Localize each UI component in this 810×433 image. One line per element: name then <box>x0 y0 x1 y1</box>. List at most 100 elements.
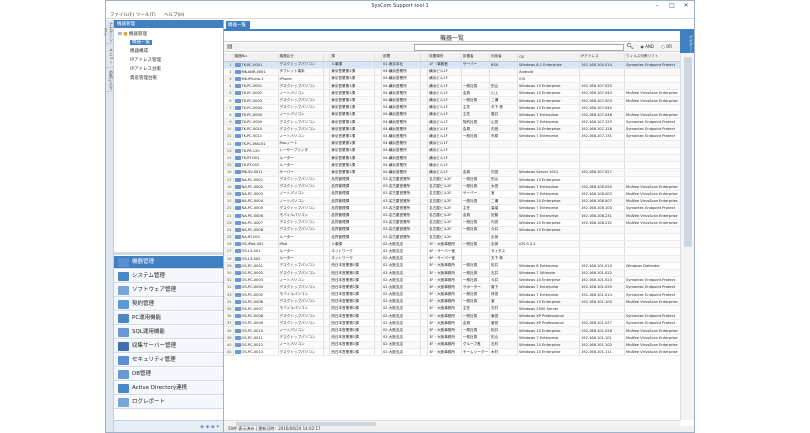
table-row[interactable]: 17 NA-PC-0001 デスクトップパソコン 品質管理課 03.名古屋営業所 名古屋ビ… <box>224 176 680 184</box>
table-row[interactable]: 34 OS-PC-0006 デスクトップパソコン 西日本営業第1課 02.大阪支店 3F・… <box>224 298 680 306</box>
nav-system-management[interactable]: システム管理 <box>114 270 223 283</box>
table-row[interactable]: 21 NA-PC-0005 デスクトップパソコン 品質管理課 03.名古屋営業所 名古屋ビ… <box>224 204 680 213</box>
column-header[interactable]: 設置場所 <box>427 53 462 62</box>
table-row[interactable]: 20 NA-PC-0004 ノートパソコン 品質管理課 03.名古屋営業所 名古屋ビル2F… <box>224 197 680 206</box>
table-cell: 横浜ビル1F <box>427 161 462 170</box>
menu-help[interactable]: ヘルプ(H) <box>164 12 184 18</box>
and-radio[interactable]: ◉ AND <box>640 44 654 49</box>
table-row[interactable]: 30 OS-PC-0002 デスクトップパソコン 西日本営業第1課 02.大阪支店 3F・… <box>224 269 680 278</box>
table-row[interactable]: 36 OS-PC-0008 デスクトップパソコン 西日本営業第1課 02.大阪支店 3F・… <box>224 312 680 321</box>
column-header[interactable] <box>224 53 234 62</box>
nav-security-management[interactable]: セキュリティ管理 <box>114 354 223 367</box>
table-row[interactable]: 7 TK-PC-0004 デスクトップパソコン 東京営業第1課 04.横浜営業所 横浜ビル… <box>224 104 680 112</box>
table-row[interactable]: 26 OS-iPad-001 iPad 人事課 02.大阪支店 3F・大阪事務所 一般社員出… <box>224 240 680 249</box>
table-row[interactable]: 10 TK-PC-0010 デスクトップパソコン 東京営業第1課 04.横浜営業所 横浜ビ… <box>224 125 680 134</box>
table-row[interactable]: 22 NA-PC-0006 モバイルパソコン 品質管理課 03.名古屋営業所 名古屋ビル2… <box>224 211 680 220</box>
tree-item-asset-ledger[interactable]: 資産管理台帳 <box>130 75 157 81</box>
or-radio[interactable]: ○ OR <box>661 44 672 49</box>
table-row[interactable]: 28 OS-L3-002 ルーター ネットワーク 02.大阪支店 4F・サーバー室 天下 稔 <box>224 255 680 263</box>
table-cell <box>323 168 331 177</box>
column-header[interactable]: ウィルス対策ソフト <box>624 53 680 62</box>
search-icon[interactable]: 🔍︎ <box>626 43 634 50</box>
vertical-scrollbar[interactable] <box>680 53 694 420</box>
table-row[interactable]: 37 OS-PC-0009 デスクトップパソコン 西日本営業第1課 02.大阪支店 3F・… <box>224 319 680 328</box>
table-row[interactable]: 39 OS-PC-0011 デスクトップパソコン 西日本営業第1課 02.大阪支店 3F・… <box>224 334 680 342</box>
search-input[interactable] <box>414 44 624 51</box>
table-row[interactable]: 35 OS-PC-0007 モバイルパソコン 西日本営業第1課 02.大阪支店 3F・大阪… <box>224 305 680 314</box>
table-row[interactable]: 3 MK-iPhone-1 iPhone 東京営業第1課 04.横浜営業所 横浜ビル1F i… <box>224 75 680 84</box>
table-row[interactable]: 15 TK-RT-002 ルーター 東京営業第1課 04.横浜営業所 横浜ビル1F <box>224 161 680 170</box>
table-row[interactable]: 40 OS-PC-0012 ノートパソコン 西日本営業第1課 02.大阪支店 3F・大阪事… <box>224 341 680 350</box>
tree-item-ip-management[interactable]: IPアドレス管理 <box>130 57 161 63</box>
table-row[interactable]: 25 NA-RT-001 ルーター 品質管理課 03.名古屋営業所 名古屋ビル2F 出荷 <box>224 233 680 242</box>
column-header[interactable]: 機器区分 <box>278 53 324 62</box>
table-cell: McAfee VirusScan Enterprise <box>624 111 680 120</box>
nav-pc-operation[interactable]: PC運用機能 <box>114 312 223 325</box>
nav-config-icons[interactable]: ◈ ◈ ◈ ▾ <box>200 424 219 430</box>
panel-splitter[interactable] <box>114 252 223 255</box>
table-row[interactable]: 11 TK-PC-0011 ノートパソコン 東京営業第1課 04.横浜営業所 横浜ビル1F… <box>224 132 680 141</box>
table-row[interactable]: 4 TK-PC-0001 デスクトップパソコン 東京営業第1課 04.横浜営業所 横浜ビル… <box>224 82 680 91</box>
table-row[interactable]: 12 TK-PC-MAC01 Macノート 東京営業第1課 04.横浜営業所 横浜ビル1F <box>224 140 680 148</box>
table-row[interactable]: 19 NA-PC-0003 ノートパソコン 品質管理課 03.名古屋営業所 名古屋ビル2F… <box>224 190 680 199</box>
nav-contract-management[interactable]: 契約管理 <box>114 298 223 311</box>
collapse-icon[interactable]: ⊟ <box>118 32 122 37</box>
table-row[interactable]: 2 MK-ANR-0001 タブレット端末 東京営業第1課 04.横浜営業所 横浜ビル1F… <box>224 68 680 76</box>
tree-item-ip-ledger[interactable]: IPアドレス台帳 <box>130 66 161 72</box>
table-row[interactable]: 31 OS-PC-0003 ノートパソコン 西日本営業第1課 02.大阪支店 3F・大阪事… <box>224 276 680 285</box>
column-header[interactable]: 利用者 <box>489 53 519 62</box>
nav-software-management[interactable]: ソフトウェア管理 <box>114 284 223 297</box>
column-header[interactable]: 設置者 <box>461 53 491 62</box>
tree-item-device-list[interactable]: 機器一覧 <box>130 39 152 45</box>
nav-sql-operation[interactable]: SQL運用機能 <box>114 326 223 339</box>
side-tab-menu[interactable]: メニュー <box>106 44 114 68</box>
table-row[interactable]: 8 TK-PC-0005 ノートパソコン 東京営業第1課 04.横浜営業所 横浜ビル1F 主… <box>224 111 680 120</box>
nav-collection-server[interactable]: 収集サーバー管理 <box>114 340 223 353</box>
table-row[interactable]: 9 TK-PC-0009 デスクトップパソコン 東京営業第1課 04.横浜営業所 横浜ビル… <box>224 118 680 127</box>
side-tab-favorites[interactable]: お気に入り <box>106 68 114 92</box>
column-header[interactable] <box>374 53 382 62</box>
table-row[interactable]: 18 NA-PC-0002 デスクトップパソコン 品質管理課 03.名古屋営業所 名古屋ビ… <box>224 183 680 191</box>
table-row[interactable]: 5 TK-PC-0002 ノートパソコン 東京営業第1課 04.横浜営業所 横浜ビル1F 会… <box>224 89 680 98</box>
table-row[interactable]: 38 OS-PC-0010 ノートパソコン 西日本営業第1課 02.大阪支店 3F・大阪事… <box>224 326 680 335</box>
column-header[interactable]: IPアドレス <box>579 53 626 62</box>
table-row[interactable]: 24 NA-PC-0008 デスクトップパソコン 品質管理課 03.名古屋営業所 名古屋ビ… <box>224 226 680 235</box>
table-cell: 西日本営業第1課 <box>329 312 376 321</box>
nav-db-management[interactable]: DB管理 <box>114 368 223 381</box>
tree-root[interactable]: ⊟ ■ 機器管理 <box>118 31 147 37</box>
column-header[interactable]: 部署 <box>381 53 422 62</box>
table-row[interactable]: 41 OS-PC-0013 デスクトップパソコン 西日本営業第1課 02.大阪支店 3F・… <box>224 348 680 357</box>
table-cell: ノートパソコン <box>278 89 324 98</box>
close-button[interactable]: ✕ <box>679 2 693 10</box>
column-header[interactable]: 機器No. <box>233 53 279 62</box>
table-cell: Windows Server 2012 <box>517 168 581 177</box>
table-cell: 3F・大阪事務所 <box>427 319 462 328</box>
table-row[interactable]: 14 TK-RT-001 ルーター 東京営業第1課 04.横浜営業所 横浜ビル1F <box>224 154 680 163</box>
export-icon[interactable]: ▤ <box>227 43 233 50</box>
table-row[interactable]: 1 TK-RC-0001 デスクトップパソコン 人事課 01.東京本社 1F・事務室 サーバ… <box>224 61 680 69</box>
table-row[interactable]: 29 OS-PC-0001 デスクトップパソコン 西日本営業第1課 02.大阪支店 3F・… <box>224 262 680 270</box>
minimize-button[interactable]: – <box>650 2 664 10</box>
vertical-scroll-thumb[interactable] <box>684 57 692 247</box>
side-tab-navigation[interactable]: ナビゲーション <box>103 20 114 44</box>
maximize-button[interactable]: □ <box>665 2 679 10</box>
table-row[interactable]: 32 OS-PC-0004 デスクトップパソコン 西日本営業第1課 02.大阪支店 3F・… <box>224 283 680 292</box>
column-header[interactable]: OS <box>517 53 581 62</box>
table-row[interactable]: 27 OS-L3-001 ルーター ネットワーク 02.大阪支店 4F・サーバー室 タイタス <box>224 247 680 256</box>
nav-log-report[interactable]: ログレポート <box>114 396 223 409</box>
table-row[interactable]: 13 TK-PR-120 レーザープリンタ 東京営業第1課 04.横浜営業所 横浜ビル1F <box>224 147 680 155</box>
tree-item-device-config[interactable]: 機器構成 <box>130 48 148 54</box>
tab-device-list[interactable]: 機器一覧 <box>226 21 250 29</box>
column-header[interactable] <box>420 53 429 62</box>
table-row[interactable]: 16 MK-SV-0011 サーバー 東京営業第1課 04.横浜営業所 横浜ビル1F 会員内… <box>224 168 680 177</box>
table-row[interactable]: 23 NA-PC-0007 デスクトップパソコン 品質管理課 03.名古屋営業所 名古屋ビ… <box>224 219 680 227</box>
column-header[interactable] <box>323 53 331 62</box>
menu-tools[interactable]: ツール(T) <box>136 12 156 18</box>
table-row[interactable]: 33 OS-PC-0005 モバイルパソコン 西日本営業第1課 02.大阪支店 3F・大阪… <box>224 291 680 299</box>
table-row[interactable]: 6 TK-PC-0003 デスクトップパソコン 東京営業第1課 04.横浜営業所 横浜ビル… <box>224 96 680 105</box>
table-cell: 石村 <box>489 305 519 314</box>
nav-active-directory[interactable]: Active Directory連携 <box>114 382 223 395</box>
nav-device-management[interactable]: 機器管理 <box>114 256 223 269</box>
menu-file[interactable]: ファイル(F) <box>110 12 134 18</box>
column-header[interactable]: 課 <box>329 53 376 62</box>
